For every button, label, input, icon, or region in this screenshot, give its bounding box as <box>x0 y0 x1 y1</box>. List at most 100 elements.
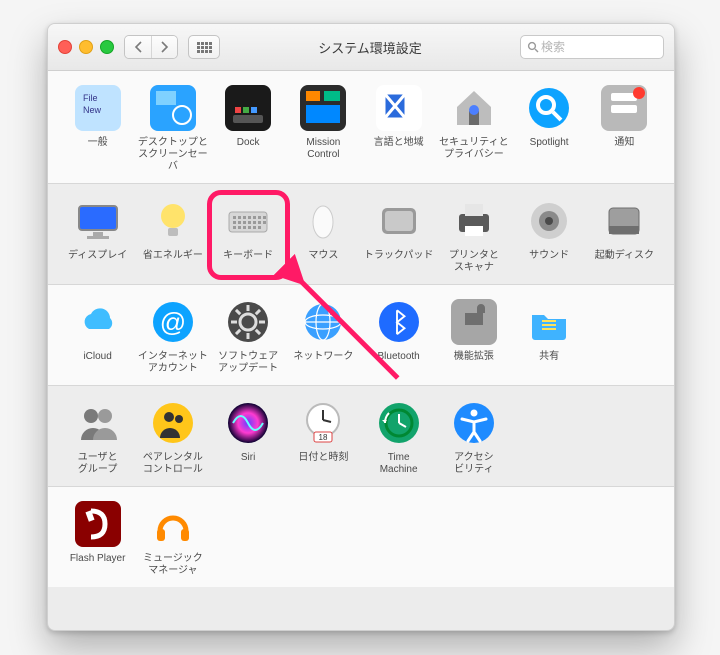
toolbar: システム環境設定 <box>48 24 674 71</box>
lang-icon <box>376 85 422 131</box>
pref-item-bluetooth[interactable]: Bluetooth <box>363 299 434 375</box>
date-icon: 18 <box>300 400 346 446</box>
pref-item-notify[interactable]: 通知 <box>589 85 660 173</box>
pref-item-display[interactable]: ディスプレイ <box>62 198 133 274</box>
desktop-icon <box>150 85 196 131</box>
pref-item-mission[interactable]: Mission Control <box>288 85 359 173</box>
minimize-button[interactable] <box>79 40 93 54</box>
general-icon: File New <box>75 85 121 131</box>
forward-button[interactable] <box>151 36 177 58</box>
sound-icon <box>526 198 572 244</box>
accounts-icon: @ <box>150 299 196 345</box>
svg-text:18: 18 <box>319 433 328 442</box>
pref-item-label: セキュリティと プライバシー <box>439 137 508 161</box>
pref-item-general[interactable]: File New 一般 <box>62 85 133 173</box>
pref-item-label: ディスプレイ <box>68 250 127 274</box>
pref-item-label: iCloud <box>83 351 111 375</box>
pref-item-label: 一般 <box>88 137 108 161</box>
show-all-button[interactable] <box>188 35 220 59</box>
pref-item-label: Mission Control <box>306 137 340 161</box>
pref-item-label: 省エネルギー <box>143 250 203 274</box>
pref-item-lang[interactable]: 言語と地域 <box>363 85 434 173</box>
pref-item-desktop[interactable]: デスクトップと スクリーンセーバ <box>137 85 208 173</box>
window-title: システム環境設定 <box>230 38 510 57</box>
pref-item-energy[interactable]: 省エネルギー <box>137 198 208 274</box>
pref-item-a11y[interactable]: アクセシ ビリティ <box>438 400 509 476</box>
icloud-icon <box>75 299 121 345</box>
pref-item-label: ユーザと グループ <box>78 452 118 476</box>
svg-text:New: New <box>83 105 102 115</box>
pref-item-label: プリンタと スキャナ <box>449 250 499 274</box>
pref-item-label: デスクトップと スクリーンセーバ <box>137 137 208 173</box>
keyboard-icon <box>225 198 271 244</box>
system-preferences-window: システム環境設定 File New 一般 デスクトップと スクリーンセーバ Dock Mi… <box>47 23 675 631</box>
pref-item-startup[interactable]: 起動ディスク <box>589 198 660 274</box>
prefs-row: Flash Player ミュージック マネージャ <box>48 487 674 587</box>
pref-item-network[interactable]: ネットワーク <box>288 299 359 375</box>
search-icon <box>527 41 539 53</box>
pref-item-label: トラックパッド <box>364 250 434 274</box>
pref-item-label: キーボード <box>223 250 273 274</box>
svg-text:File: File <box>83 93 98 103</box>
pref-item-label: Dock <box>237 137 260 161</box>
pref-item-label: サウンド <box>529 250 569 274</box>
pref-item-swupdate[interactable]: ソフトウェア アップデート <box>213 299 284 375</box>
a11y-icon <box>451 400 497 446</box>
pref-item-users[interactable]: ユーザと グループ <box>62 400 133 476</box>
search-input[interactable] <box>539 39 657 55</box>
parental-icon <box>150 400 196 446</box>
trackpad-icon <box>376 198 422 244</box>
back-button[interactable] <box>125 36 151 58</box>
energy-icon <box>150 198 196 244</box>
pref-item-date[interactable]: 18 日付と時刻 <box>288 400 359 476</box>
prefs-panel: File New 一般 デスクトップと スクリーンセーバ Dock Mission Con… <box>48 71 674 631</box>
prefs-row: iCloud @ インターネット アカウントソフトウェア アップデートネットワーク B… <box>48 285 674 386</box>
printer-icon <box>451 198 497 244</box>
pref-item-tm[interactable]: Time Machine <box>363 400 434 476</box>
pref-item-sound[interactable]: サウンド <box>514 198 585 274</box>
pref-item-siri[interactable]: Siri <box>213 400 284 476</box>
pref-item-label: アクセシ ビリティ <box>454 452 494 476</box>
pref-item-security[interactable]: セキュリティと プライバシー <box>438 85 509 173</box>
security-icon <box>451 85 497 131</box>
pref-item-label: Siri <box>241 452 255 476</box>
mission-icon <box>300 85 346 131</box>
dock-icon <box>225 85 271 131</box>
pref-item-label: Flash Player <box>70 553 126 577</box>
pref-item-keyboard[interactable]: キーボード <box>213 198 284 274</box>
pref-item-printer[interactable]: プリンタと スキャナ <box>438 198 509 274</box>
pref-item-icloud[interactable]: iCloud <box>62 299 133 375</box>
siri-icon <box>225 400 271 446</box>
users-icon <box>75 400 121 446</box>
pref-item-flash[interactable]: Flash Player <box>62 501 133 577</box>
startup-icon <box>601 198 647 244</box>
pref-item-dock[interactable]: Dock <box>213 85 284 173</box>
search-field[interactable] <box>520 35 664 59</box>
pref-item-label: 日付と時刻 <box>298 452 348 476</box>
pref-item-label: ペアレンタル コントロール <box>143 452 203 476</box>
pref-item-trackpad[interactable]: トラックパッド <box>363 198 434 274</box>
pref-item-label: ソフトウェア アップデート <box>218 351 278 375</box>
pref-item-mouse[interactable]: マウス <box>288 198 359 274</box>
display-icon <box>75 198 121 244</box>
spotlight-icon <box>526 85 572 131</box>
pref-item-ext[interactable]: 機能拡張 <box>438 299 509 375</box>
pref-item-label: インターネット アカウント <box>138 351 208 375</box>
mouse-icon <box>300 198 346 244</box>
pref-item-label: 言語と地域 <box>374 137 424 161</box>
tm-icon <box>376 400 422 446</box>
prefs-row: File New 一般 デスクトップと スクリーンセーバ Dock Mission Con… <box>48 71 674 184</box>
pref-item-spotlight[interactable]: Spotlight <box>514 85 585 173</box>
window-controls <box>58 40 114 54</box>
pref-item-label: マウス <box>308 250 338 274</box>
pref-item-label: Time Machine <box>380 452 418 476</box>
notify-icon <box>601 85 647 131</box>
pref-item-label: 起動ディスク <box>595 250 654 274</box>
zoom-button[interactable] <box>100 40 114 54</box>
pref-item-music[interactable]: ミュージック マネージャ <box>137 501 208 577</box>
pref-item-label: ネットワーク <box>293 351 353 375</box>
close-button[interactable] <box>58 40 72 54</box>
pref-item-accounts[interactable]: @ インターネット アカウント <box>137 299 208 375</box>
pref-item-share[interactable]: 共有 <box>514 299 585 375</box>
pref-item-parental[interactable]: ペアレンタル コントロール <box>137 400 208 476</box>
